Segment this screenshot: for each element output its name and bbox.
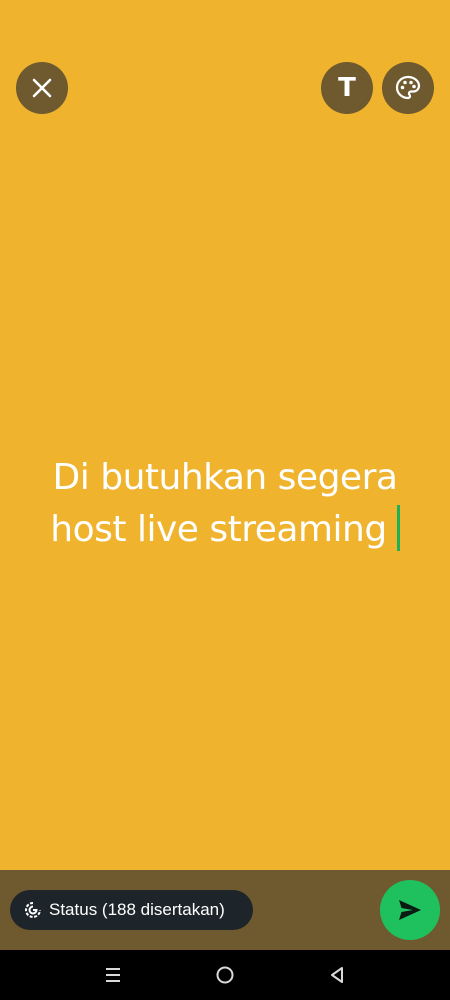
send-button[interactable] [380,880,440,940]
close-button[interactable] [16,62,68,114]
close-icon [32,78,52,98]
back-button[interactable] [322,960,352,990]
text-style-button[interactable]: T [321,62,373,114]
status-text-input[interactable]: Di butuhkan segera host live streaming [25,452,425,556]
status-text-line-2-content: host live streaming [50,509,387,550]
recents-icon [106,968,120,982]
send-icon [399,900,421,920]
status-icon [25,902,41,918]
system-navigation-bar [0,950,450,1000]
home-icon [216,966,234,984]
text-cursor [396,505,400,551]
palette-icon [395,75,421,100]
status-canvas[interactable]: T Di butuhkan segera host live streaming [0,0,450,870]
status-text-line-2: host live streaming [25,504,425,556]
status-text-line-1: Di butuhkan segera [52,457,398,498]
back-icon [331,967,343,983]
home-button[interactable] [210,960,240,990]
audience-label: Status (188 disertakan) [49,900,225,919]
bottom-bar: Status (188 disertakan) [0,870,450,950]
text-style-label: T [338,73,356,103]
palette-button[interactable] [382,62,434,114]
audience-selector-button[interactable]: Status (188 disertakan) [10,890,253,930]
recents-button[interactable] [98,960,128,990]
